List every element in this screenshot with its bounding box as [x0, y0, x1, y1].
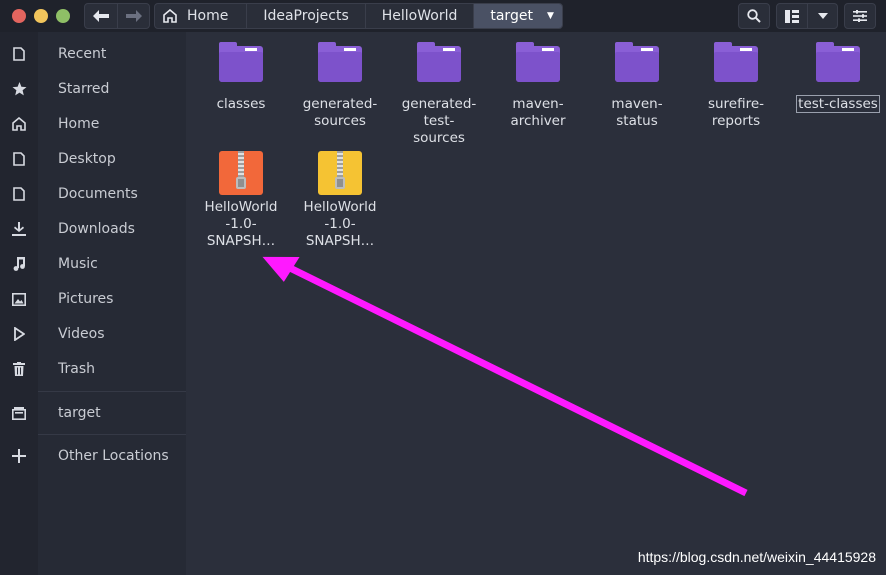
- plus-icon: [0, 449, 38, 463]
- trash-icon: [0, 362, 38, 376]
- music-icon: [0, 257, 38, 271]
- recent-icon: [0, 47, 38, 61]
- videos-icon: [0, 327, 38, 341]
- annotation-arrow: [262, 256, 748, 497]
- documents-icon: [0, 187, 38, 201]
- pictures-icon: [0, 292, 38, 306]
- star-icon: [0, 82, 38, 96]
- desktop-icon: [0, 152, 38, 166]
- home-icon: [0, 117, 38, 131]
- drive-icon: [0, 406, 38, 420]
- download-icon: [0, 222, 38, 236]
- watermark-text: https://blog.csdn.net/weixin_44415928: [637, 549, 876, 565]
